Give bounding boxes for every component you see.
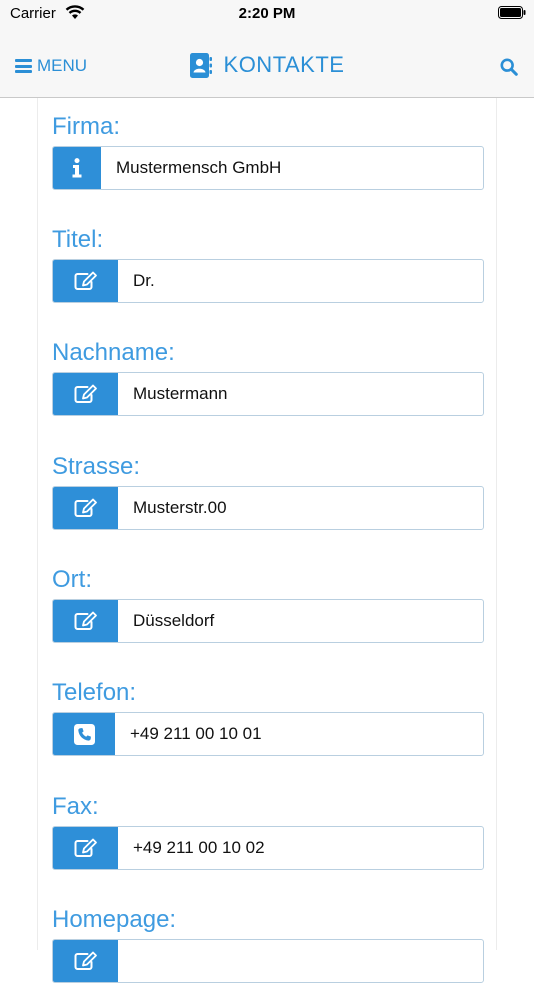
firma-input[interactable]: Mustermensch GmbH (52, 146, 484, 190)
field-value: Musterstr.00 (133, 498, 227, 517)
nachname-input[interactable]: Mustermann (52, 372, 484, 416)
edit-icon (53, 487, 118, 529)
navigation-bar: MENU KONTAKTE (0, 28, 534, 98)
address-book-icon (189, 52, 212, 78)
page-title: KONTAKTE (0, 52, 534, 78)
field-telefon: Telefon: +49 211 00 10 01 (52, 676, 484, 756)
field-label: Telefon: (52, 679, 137, 706)
contact-form: Firma: Mustermensch GmbH Titel: Dr. Nach… (37, 98, 497, 983)
strasse-input[interactable]: Musterstr.00 (52, 486, 484, 530)
edit-icon (53, 260, 118, 302)
status-time: 2:20 PM (238, 5, 296, 22)
field-value: Dr. (133, 271, 155, 290)
telefon-input[interactable]: +49 211 00 10 01 (52, 712, 484, 756)
info-icon (53, 147, 101, 189)
field-label: Homepage: (52, 906, 177, 933)
field-label: Strasse: (52, 453, 141, 480)
field-firma: Firma: Mustermensch GmbH (52, 110, 484, 190)
field-label: Fax: (52, 793, 99, 820)
field-value: Düsseldorf (133, 611, 215, 630)
page-title-text: KONTAKTE (223, 52, 345, 77)
edit-icon (53, 373, 118, 415)
titel-input[interactable]: Dr. (52, 259, 484, 303)
field-value: Mustermann (133, 384, 228, 403)
battery-icon (498, 6, 526, 19)
field-nachname: Nachname: Mustermann (52, 336, 484, 416)
search-icon[interactable] (500, 58, 518, 76)
ort-input[interactable]: Düsseldorf (52, 599, 484, 643)
field-label: Ort: (52, 566, 92, 593)
field-titel: Titel: Dr. (52, 223, 484, 303)
status-bar: Carrier 2:20 PM (0, 0, 534, 28)
field-value (118, 940, 133, 982)
field-label: Titel: (52, 226, 104, 253)
edit-icon (53, 940, 118, 982)
field-homepage: Homepage: (52, 903, 484, 983)
field-strasse: Strasse: Musterstr.00 (52, 450, 484, 530)
field-value: Mustermensch GmbH (116, 158, 282, 177)
edit-icon (53, 600, 118, 642)
homepage-input[interactable] (52, 939, 484, 983)
phone-icon (53, 713, 115, 755)
field-ort: Ort: Düsseldorf (52, 563, 484, 643)
field-label: Firma: (52, 113, 120, 140)
field-value: +49 211 00 10 01 (130, 724, 262, 743)
edit-icon (53, 827, 118, 869)
fax-input[interactable]: +49 211 00 10 02 (52, 826, 484, 870)
field-value: +49 211 00 10 02 (133, 838, 265, 857)
field-fax: Fax: +49 211 00 10 02 (52, 790, 484, 870)
field-label: Nachname: (52, 339, 175, 366)
